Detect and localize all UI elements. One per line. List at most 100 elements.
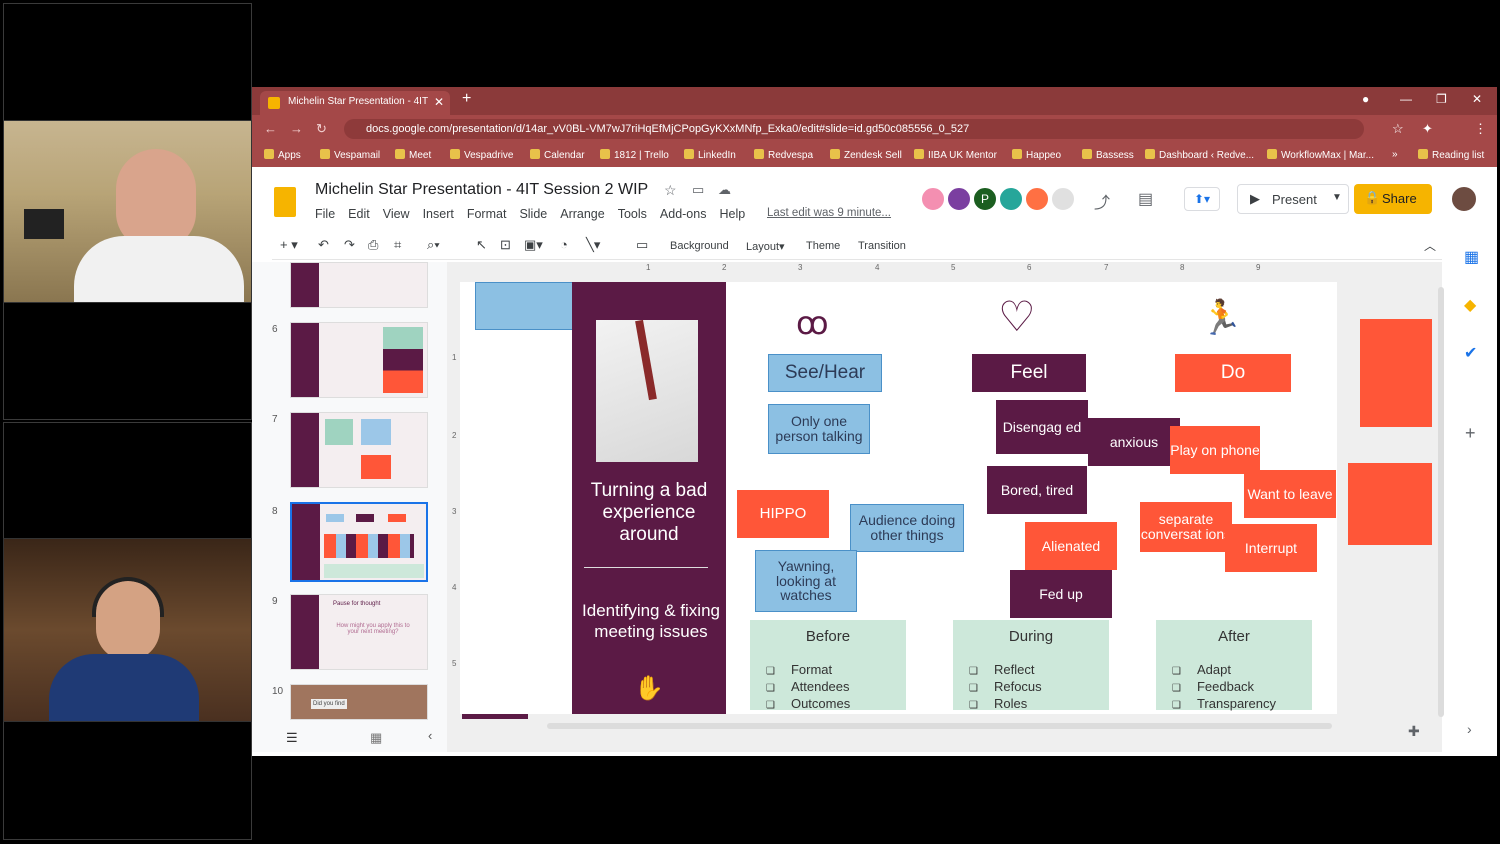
sticky-interrupt[interactable]: Interrupt: [1225, 524, 1317, 572]
share-button[interactable]: 🔒 Share: [1354, 184, 1432, 214]
bookmarks-overflow[interactable]: »: [1392, 149, 1398, 160]
comments-icon[interactable]: ▤: [1138, 189, 1153, 209]
current-slide[interactable]: Turning a bad experience around Identify…: [460, 282, 1337, 714]
sticky-separate-conversations[interactable]: separate conversat ions: [1140, 502, 1232, 552]
bookmark-apps[interactable]: Apps: [264, 149, 301, 161]
new-slide-icon[interactable]: + ▾: [280, 237, 298, 253]
explore-icon[interactable]: ✚: [1408, 723, 1420, 740]
close-window-icon[interactable]: ✕: [1472, 92, 1482, 106]
collaborator-avatar[interactable]: P: [972, 186, 998, 212]
slide-thumbnail-9[interactable]: Pause for thought How might you apply th…: [290, 594, 428, 670]
browser-menu-icon[interactable]: ⋮: [1474, 121, 1487, 137]
image-icon[interactable]: ▣▾: [524, 237, 543, 253]
slide-thumbnail-7[interactable]: [290, 412, 428, 488]
collaborator-avatar[interactable]: [946, 186, 972, 212]
bookmark-zendesk[interactable]: Zendesk Sell: [830, 149, 902, 161]
bookmark-linkedin[interactable]: LinkedIn: [684, 149, 736, 161]
collapse-panel-icon[interactable]: ‹: [428, 728, 432, 743]
sticky-disengaged[interactable]: Disengag ed: [996, 400, 1088, 454]
menu-addons[interactable]: Add-ons: [660, 207, 707, 221]
redo-icon[interactable]: ↷: [344, 237, 355, 253]
see-hear-header[interactable]: See/Hear: [768, 354, 882, 392]
collaborator-avatar[interactable]: [998, 186, 1024, 212]
select-cursor-icon[interactable]: ↖: [476, 237, 487, 253]
shape-icon[interactable]: ◔: [560, 237, 568, 252]
transition-button[interactable]: Transition: [858, 240, 906, 252]
blue-shape[interactable]: [475, 282, 575, 330]
vertical-scrollbar[interactable]: [1438, 287, 1444, 717]
minimize-icon[interactable]: —: [1400, 92, 1412, 106]
undo-icon[interactable]: ↶: [318, 237, 329, 253]
back-icon[interactable]: ←: [264, 121, 277, 136]
star-icon[interactable]: ☆: [664, 182, 677, 199]
browser-tab[interactable]: Michelin Star Presentation - 4IT ✕: [260, 91, 450, 115]
slide-thumbnail-5[interactable]: [290, 262, 428, 308]
sticky-bored-tired[interactable]: Bored, tired: [987, 466, 1087, 514]
chevron-down-icon[interactable]: ▼: [1332, 192, 1342, 203]
comment-add-icon[interactable]: ▭: [636, 237, 648, 253]
theme-button[interactable]: Theme: [806, 240, 840, 252]
bookmark-calendar[interactable]: Calendar: [530, 149, 585, 161]
list-view-icon[interactable]: ☰: [286, 730, 298, 746]
collapse-toolbar-icon[interactable]: ︿: [1424, 237, 1436, 254]
bookmark-dashboard[interactable]: Dashboard ‹ Redve...: [1145, 149, 1254, 161]
offcanvas-orange-shape[interactable]: [1360, 319, 1432, 427]
sticky-alienated[interactable]: Alienated: [1025, 522, 1117, 570]
menu-slide[interactable]: Slide: [519, 207, 547, 221]
menu-help[interactable]: Help: [719, 207, 745, 221]
account-avatar[interactable]: [1450, 185, 1478, 213]
bookmark-workflowmax[interactable]: WorkflowMax | Mar...: [1267, 149, 1374, 161]
title-panel[interactable]: Turning a bad experience around Identify…: [572, 282, 726, 714]
restore-icon[interactable]: ❐: [1436, 92, 1447, 106]
close-tab-icon[interactable]: ✕: [434, 95, 444, 109]
sticky-fed-up[interactable]: Fed up: [1010, 570, 1112, 618]
move-folder-icon[interactable]: ▭: [692, 182, 704, 198]
add-addon-icon[interactable]: +: [1465, 423, 1476, 444]
slide-thumbnail-10[interactable]: Did you find: [290, 684, 428, 720]
during-section[interactable]: During Reflect Refocus Roles: [953, 620, 1109, 711]
bookmark-star-icon[interactable]: ☆: [1392, 121, 1404, 137]
document-title[interactable]: Michelin Star Presentation - 4IT Session…: [315, 181, 648, 199]
expand-panel-icon[interactable]: ›: [1467, 721, 1472, 737]
sticky-hippo[interactable]: HIPPO: [737, 490, 829, 538]
bookmark-iiba[interactable]: IIBA UK Mentor: [914, 149, 997, 161]
bookmark-meet[interactable]: Meet: [395, 149, 431, 161]
menu-edit[interactable]: Edit: [348, 207, 370, 221]
line-icon[interactable]: ╲▾: [586, 237, 600, 253]
extensions-icon[interactable]: ✦: [1422, 121, 1433, 137]
new-tab-icon[interactable]: +: [462, 90, 471, 108]
menu-view[interactable]: View: [383, 207, 410, 221]
sticky-anxious[interactable]: anxious: [1088, 418, 1180, 466]
feel-header[interactable]: Feel: [972, 354, 1086, 392]
bookmark-vespamail[interactable]: Vespamail: [320, 149, 380, 161]
background-button[interactable]: Background: [670, 240, 729, 252]
reload-icon[interactable]: ↻: [316, 121, 327, 137]
menu-arrange[interactable]: Arrange: [560, 207, 604, 221]
grid-view-icon[interactable]: ▦: [370, 730, 382, 746]
collaborator-avatar[interactable]: [920, 186, 946, 212]
before-section[interactable]: Before Format Attendees Outcomes: [750, 620, 906, 711]
sticky-audience[interactable]: Audience doing other things: [850, 504, 964, 552]
sticky-only-one-person[interactable]: Only one person talking: [768, 404, 870, 454]
keep-icon[interactable]: ◆: [1464, 295, 1476, 315]
horizontal-scrollbar[interactable]: [547, 723, 1332, 729]
present-options-icon[interactable]: ⬆▾: [1184, 187, 1220, 211]
bookmark-reading-list[interactable]: Reading list: [1418, 149, 1484, 161]
record-icon[interactable]: ●: [1362, 92, 1369, 106]
layout-button[interactable]: Layout▾: [746, 240, 785, 253]
slides-logo-icon[interactable]: [274, 187, 296, 217]
menu-insert[interactable]: Insert: [423, 207, 454, 221]
bookmark-trello[interactable]: 1812 | Trello: [600, 149, 669, 161]
present-button[interactable]: ▶ Present ▼: [1237, 184, 1349, 214]
collaborator-avatar[interactable]: [1024, 186, 1050, 212]
slide-thumbnail-6[interactable]: [290, 322, 428, 398]
last-edit-link[interactable]: Last edit was 9 minute...: [767, 207, 891, 219]
tasks-icon[interactable]: ✔: [1464, 343, 1477, 363]
forward-icon[interactable]: →: [290, 121, 303, 136]
bookmark-bassess[interactable]: Bassess: [1082, 149, 1134, 161]
calendar-icon[interactable]: ▦: [1464, 247, 1479, 267]
sticky-want-to-leave[interactable]: Want to leave: [1244, 470, 1336, 518]
menu-tools[interactable]: Tools: [618, 207, 647, 221]
sticky-yawning[interactable]: Yawning, looking at watches: [755, 550, 857, 612]
url-input[interactable]: docs.google.com/presentation/d/14ar_vV0B…: [344, 119, 1364, 139]
